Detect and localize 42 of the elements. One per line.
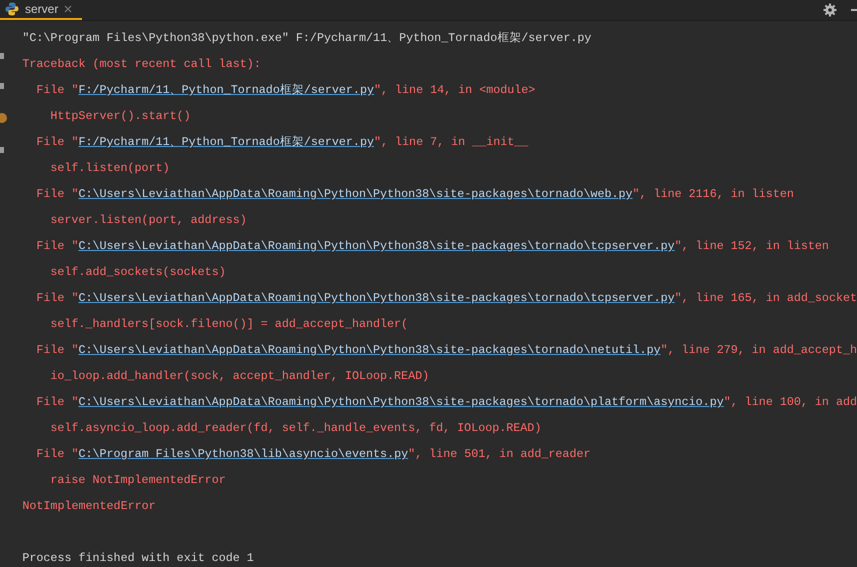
close-icon[interactable] [64, 5, 72, 13]
coin-icon[interactable] [0, 113, 7, 123]
code-line: self.asyncio_loop.add_reader(fd, self._handle_events, fd, IOLoop.READ) [49, 420, 542, 437]
traceback-text: File " [36, 134, 78, 151]
error-line: Traceback (most recent call last): [22, 56, 261, 73]
traceback-text: ", line 165, in add_socket [674, 290, 857, 307]
file-link[interactable]: C:\Users\Leviathan\AppData\Roaming\Python\Python38\site-packages\tornado\netutil.py [78, 337, 661, 363]
minimize-icon[interactable] [851, 9, 857, 11]
error-line: NotImplementedError [22, 498, 156, 515]
code-line: self.add_sockets(sockets) [49, 264, 226, 281]
file-link[interactable]: C:\Program Files\Python38\lib\asyncio\events.py [78, 441, 408, 467]
python-logo-icon [5, 2, 19, 16]
traceback-text: File " [36, 186, 78, 203]
run-tab[interactable]: server [0, 0, 82, 20]
traceback-text: File " [36, 342, 78, 359]
traceback-text: ", line 279, in add_accept_h [660, 342, 857, 359]
code-line: self._handlers[sock.fileno()] = add_accept_handler( [49, 316, 408, 333]
command-line: "C:\Program Files\Python38\python.exe" F:/Pycharm/11、Python_Tornado框架/server.py [22, 30, 592, 47]
code-line: io_loop.add_handler(sock, accept_handler, IOLoop.READ) [49, 368, 430, 385]
traceback-text: ", line 7, in __init__ [374, 134, 528, 151]
code-line: raise NotImplementedError [49, 472, 226, 489]
traceback-text: ", line 152, in listen [674, 238, 829, 255]
traceback-text: File " [36, 238, 78, 255]
file-link[interactable]: C:\Users\Leviathan\AppData\Roaming\Python\Python38\site-packages\tornado\tcpserver.py [78, 233, 675, 259]
traceback-text: File " [36, 82, 78, 99]
file-link[interactable]: C:\Users\Leviathan\AppData\Roaming\Python\Python38\site-packages\tornado\web.py [78, 181, 633, 207]
traceback-text: File " [36, 446, 78, 463]
traceback-text: ", line 14, in <module> [374, 82, 536, 99]
file-link[interactable]: C:\Users\Leviathan\AppData\Roaming\Python\Python38\site-packages\tornado\tcpserver.py [78, 285, 675, 311]
traceback-text: ", line 100, in add [724, 394, 857, 411]
traceback-text: ", line 501, in add_reader [408, 446, 590, 463]
exit-message: Process finished with exit code 1 [22, 550, 254, 567]
code-line: self.listen(port) [49, 160, 170, 177]
settings-icon[interactable] [823, 3, 837, 17]
code-line: server.listen(port, address) [49, 212, 247, 229]
traceback-text: File " [36, 394, 78, 411]
file-link[interactable]: F:/Pycharm/11、Python_Tornado框架/server.py [78, 77, 374, 103]
traceback-text: ", line 2116, in listen [632, 186, 794, 203]
traceback-text: File " [36, 290, 78, 307]
file-link[interactable]: C:\Users\Leviathan\AppData\Roaming\Python\Python38\site-packages\tornado\platform\asyncio.py [78, 389, 724, 415]
file-link[interactable]: F:/Pycharm/11、Python_Tornado框架/server.py [78, 129, 374, 155]
code-line: HttpServer().start() [49, 108, 191, 125]
